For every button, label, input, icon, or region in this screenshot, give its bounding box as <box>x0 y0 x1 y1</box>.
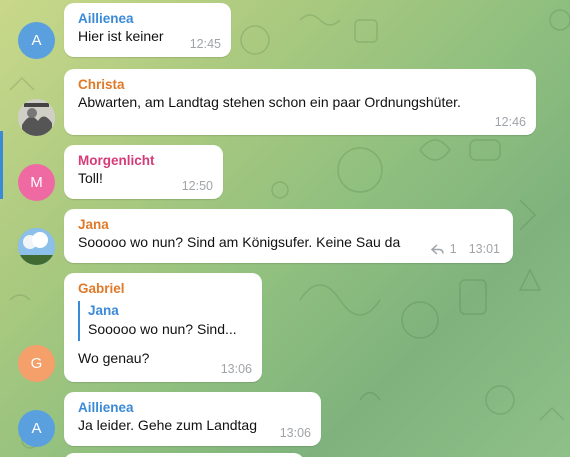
message-time: 12:50 <box>181 179 213 193</box>
message-time: 13:06 <box>220 362 252 376</box>
message-time: 13:06 <box>279 426 311 440</box>
avatar-photo-icon <box>18 228 55 265</box>
quoted-message[interactable]: Jana Sooooo wo nun? Sind... <box>78 301 250 341</box>
avatar[interactable]: M <box>18 164 55 201</box>
message-bubble[interactable]: Gabriel Jana Sooooo wo nun? Sind... Wo g… <box>64 273 262 382</box>
message-time: 13:01 <box>468 242 500 256</box>
avatar[interactable]: G <box>18 345 55 382</box>
avatar-photo-icon <box>18 99 55 136</box>
sender-name[interactable]: Morgenlicht <box>78 152 211 169</box>
avatar-initial: M <box>30 174 43 191</box>
avatar[interactable] <box>18 99 55 136</box>
sender-name[interactable]: Aillienea <box>78 399 309 416</box>
sender-name[interactable]: Christa <box>78 76 524 93</box>
sender-name[interactable]: Aillienea <box>78 10 219 27</box>
message-bubble[interactable]: Aillienea Hier ist keiner 12:45 <box>64 3 231 57</box>
reply-arrow-icon <box>430 243 444 255</box>
quote-text: Sooooo wo nun? Sind... <box>88 321 237 337</box>
avatar-initial: A <box>31 32 42 49</box>
message-text: Abwarten, am Landtag stehen schon ein pa… <box>78 94 461 110</box>
message-time: 12:45 <box>189 37 221 51</box>
avatar-initial: G <box>30 355 43 372</box>
sender-name[interactable]: Jana <box>78 216 501 233</box>
message-bubble[interactable]: Christa Abwarten, am Landtag stehen scho… <box>64 69 536 135</box>
avatar[interactable] <box>18 228 55 265</box>
sender-name[interactable]: Gabriel <box>78 280 250 297</box>
message-time: 12:46 <box>494 115 526 129</box>
avatar[interactable]: A <box>18 410 55 447</box>
message-text: Ja leider. Gehe zum Landtag <box>78 417 258 433</box>
message-bubble[interactable]: Morgenlicht Toll! 12:50 <box>64 145 223 199</box>
message-bubble-partial[interactable] <box>64 453 304 457</box>
avatar[interactable]: A <box>18 22 55 59</box>
selected-message-marker <box>0 131 3 199</box>
message-bubble[interactable]: Jana Sooooo wo nun? Sind am Königsufer. … <box>64 209 513 263</box>
reply-count: 1 <box>449 242 457 256</box>
quote-author: Jana <box>88 303 119 318</box>
message-bubble[interactable]: Aillienea Ja leider. Gehe zum Landtag 13… <box>64 392 321 446</box>
avatar-initial: A <box>31 420 42 437</box>
chat-window: A Aillienea Hier ist keiner 12:45 Christ… <box>0 0 570 457</box>
reply-info[interactable]: 1 13:01 <box>430 242 500 256</box>
